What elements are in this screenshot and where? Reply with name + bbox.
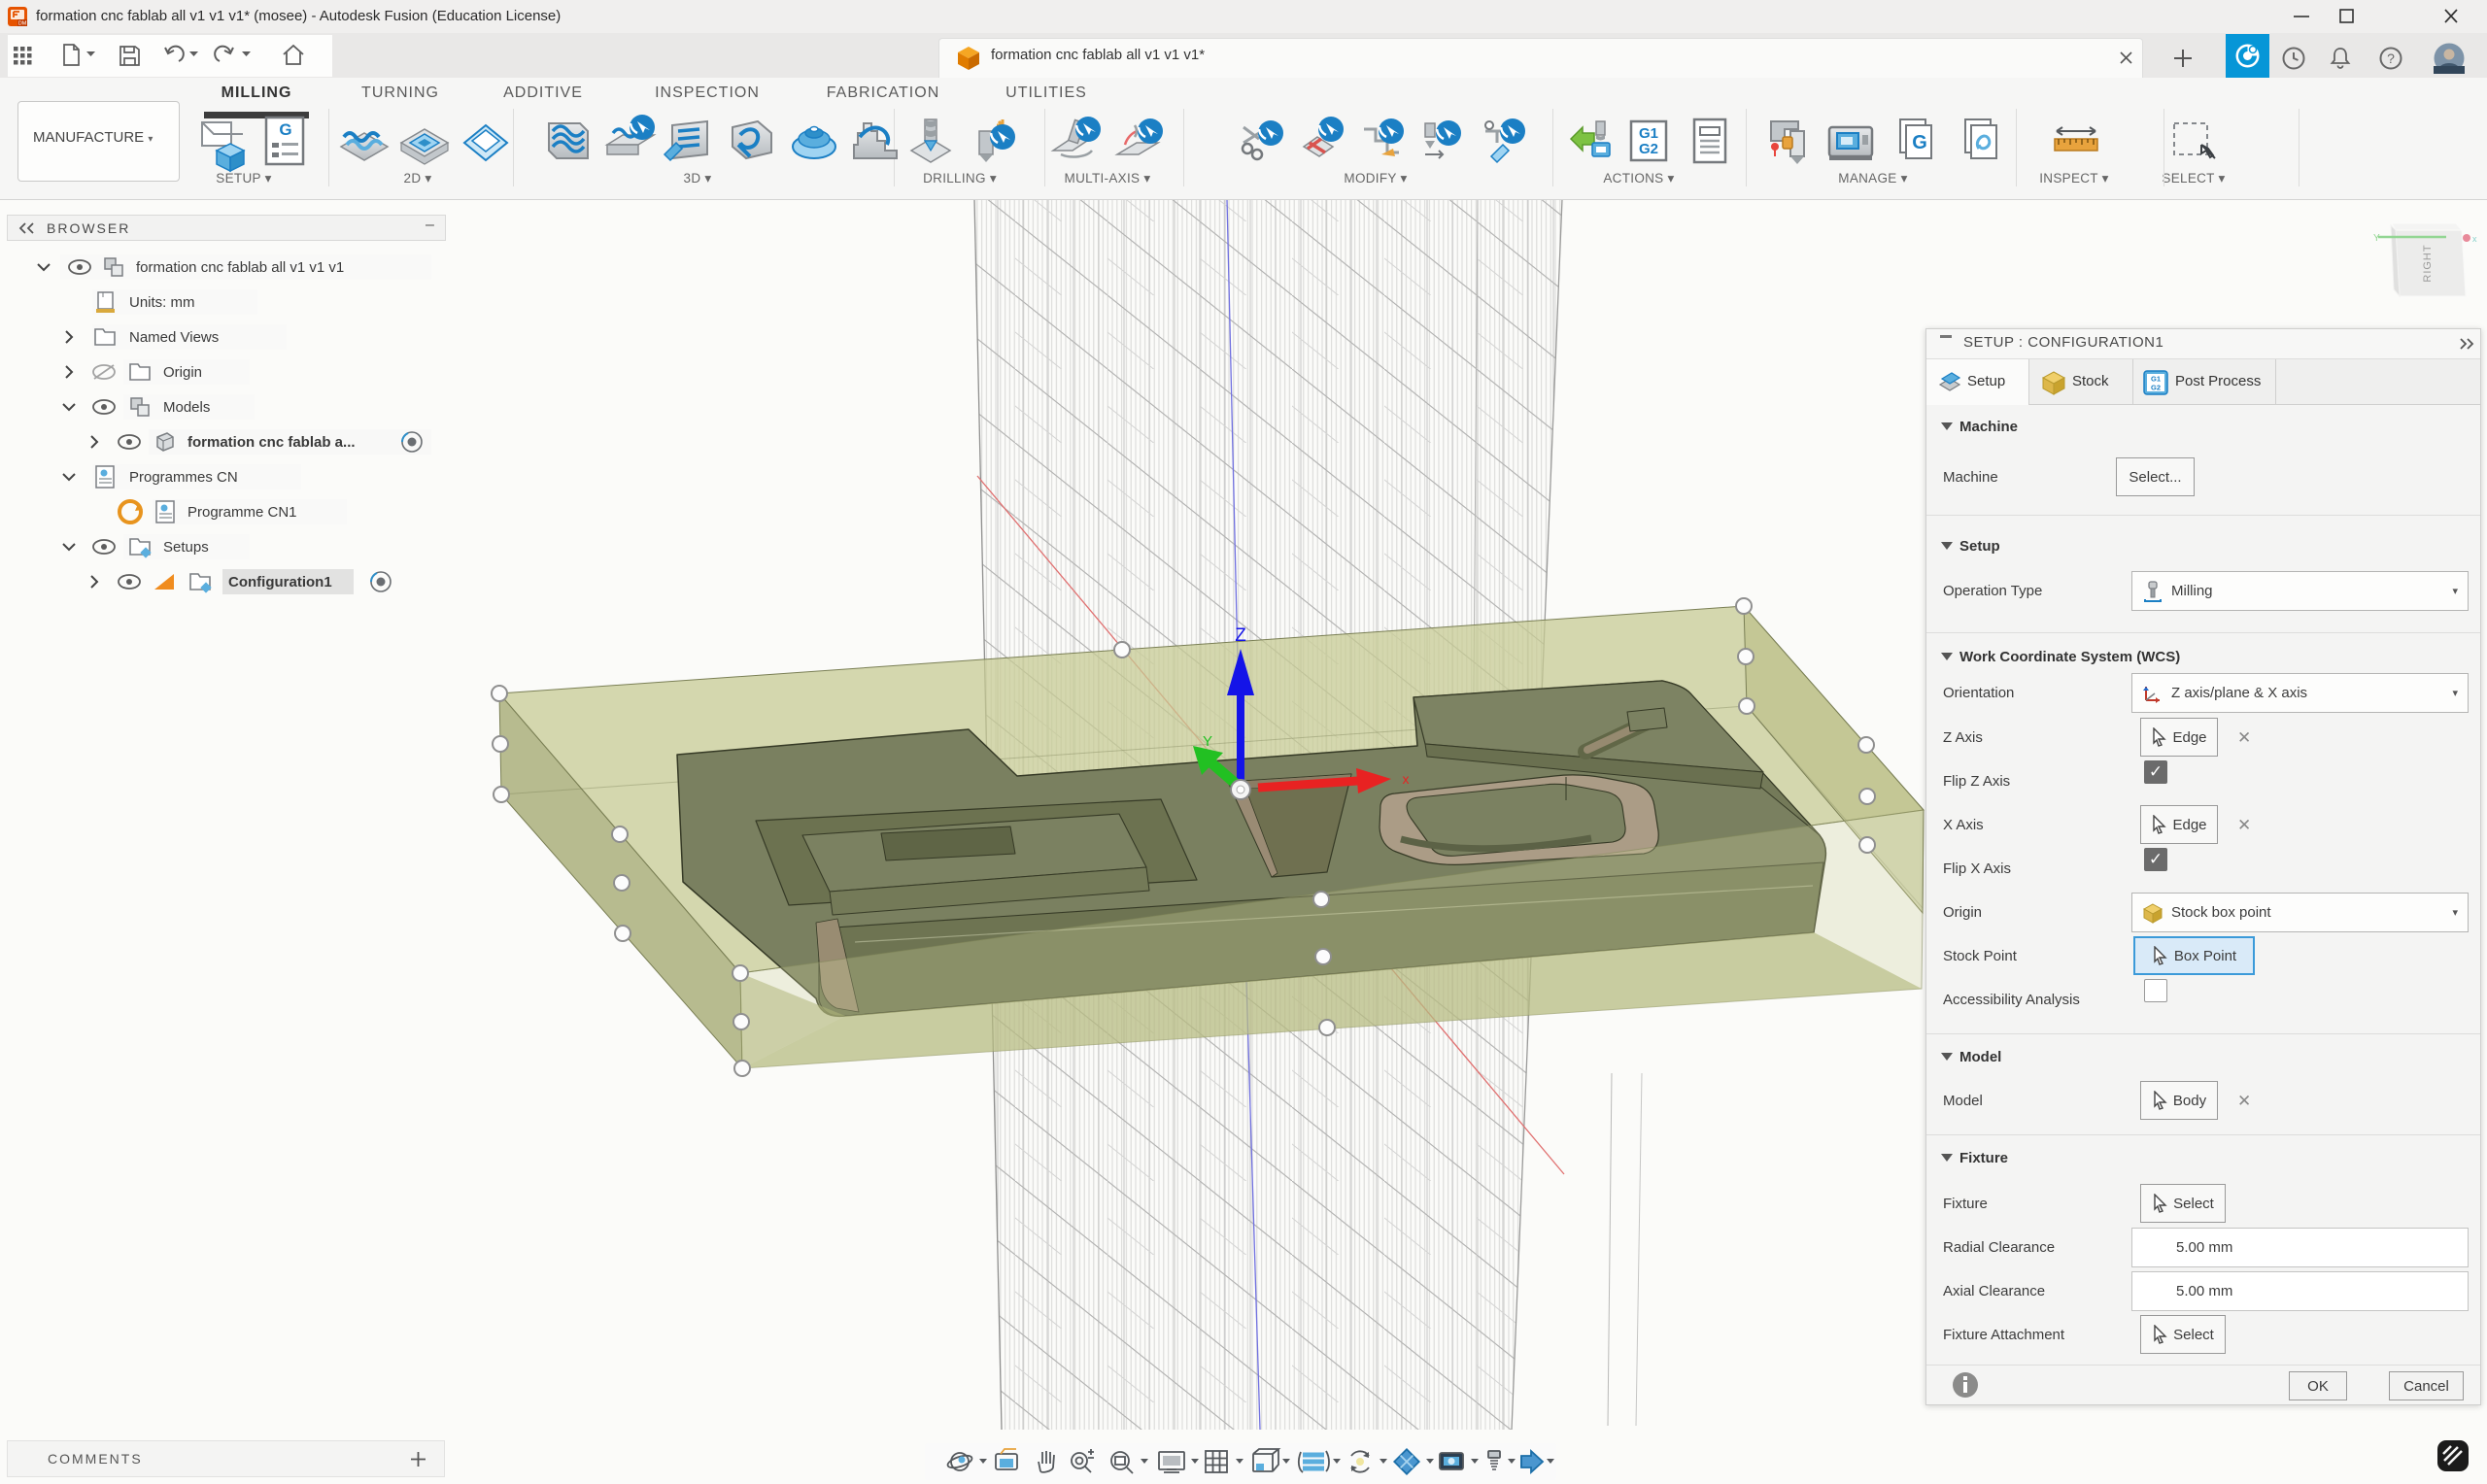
svg-text:RIGHT: RIGHT: [2422, 244, 2434, 282]
svg-text:Named Views: Named Views: [129, 329, 219, 346]
svg-text:x: x: [2472, 234, 2477, 244]
svg-text:Models: Models: [163, 399, 210, 416]
svg-text:Programmes CN: Programmes CN: [129, 469, 238, 486]
svg-text:G: G: [1912, 132, 1927, 153]
svg-text:?: ?: [2387, 51, 2395, 66]
svg-text:G2: G2: [2151, 384, 2161, 392]
svg-text:x: x: [1403, 771, 1410, 787]
svg-text:G2: G2: [1639, 141, 1658, 157]
svg-text:Y: Y: [1203, 733, 1212, 750]
svg-text:Programme CN1: Programme CN1: [187, 504, 297, 521]
svg-text:formation cnc fablab all v1 v1: formation cnc fablab all v1 v1 v1: [136, 259, 344, 276]
svg-text:Origin: Origin: [163, 364, 202, 381]
svg-text:Configuration1: Configuration1: [228, 574, 332, 590]
svg-text:formation cnc fablab a...: formation cnc fablab a...: [187, 434, 356, 451]
svg-text:G1: G1: [2151, 375, 2161, 384]
svg-text:Units: mm: Units: mm: [129, 294, 195, 311]
svg-text:Y: Y: [2373, 233, 2380, 244]
svg-text:DM: DM: [18, 21, 27, 27]
svg-text:Z: Z: [1235, 625, 1246, 646]
svg-text:G1: G1: [1639, 125, 1658, 142]
svg-text:Setups: Setups: [163, 539, 209, 556]
svg-text:G: G: [279, 120, 291, 139]
